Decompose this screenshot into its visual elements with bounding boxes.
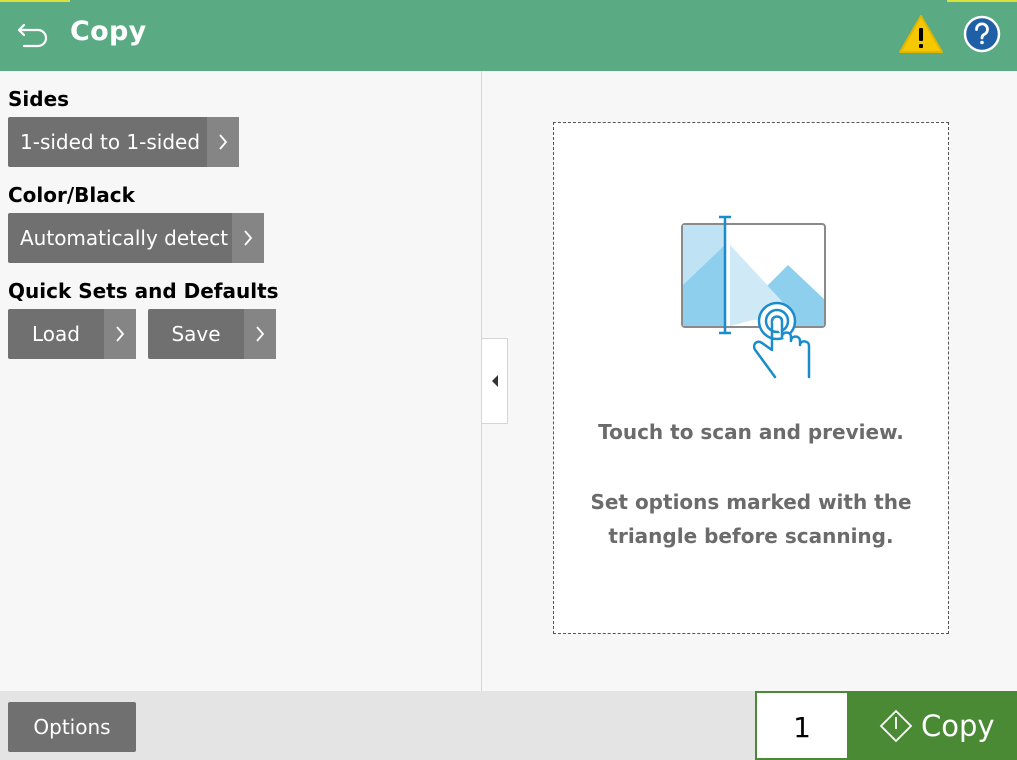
caret-left-icon: [491, 375, 498, 387]
settings-panel: Sides 1-sided to 1-sided Color/Black Aut…: [0, 71, 481, 691]
preview-hint-line1: Set options marked with the: [590, 490, 912, 514]
chevron-right-icon: [104, 309, 136, 359]
header-accent-left: [0, 0, 70, 2]
warning-button[interactable]: [898, 13, 944, 55]
footer-bar: Options 1 Copy: [0, 691, 1017, 760]
save-label: Save: [171, 322, 221, 346]
preview-instruction: Touch to scan and preview.: [598, 420, 904, 444]
copy-start-label: Copy: [921, 708, 995, 743]
color-black-label: Color/Black: [8, 183, 135, 207]
collapse-panel-button[interactable]: [482, 338, 508, 424]
preview-hint-line2: triangle before scanning.: [608, 524, 894, 548]
sides-value: 1-sided to 1-sided: [20, 130, 201, 154]
touch-to-scan-illustration: [681, 215, 826, 379]
header-accent-right: [947, 0, 1017, 2]
sides-label: Sides: [8, 87, 70, 111]
color-black-value: Automatically detect: [20, 226, 229, 250]
options-button[interactable]: Options: [8, 702, 136, 752]
chevron-right-icon: [244, 309, 276, 359]
sides-button[interactable]: 1-sided to 1-sided: [8, 117, 239, 167]
help-icon: [963, 15, 1001, 53]
save-button[interactable]: Save: [148, 309, 276, 359]
help-button[interactable]: [963, 15, 1001, 53]
warning-icon: [899, 15, 943, 53]
copies-count-field[interactable]: 1: [755, 691, 847, 760]
load-label: Load: [32, 322, 80, 346]
copy-start-button[interactable]: Copy: [847, 691, 1017, 760]
header-bar: Copy: [0, 0, 1017, 71]
color-black-button[interactable]: Automatically detect: [8, 213, 264, 263]
page-title: Copy: [70, 16, 147, 47]
chevron-right-icon: [207, 117, 239, 167]
back-arrow-icon: [17, 23, 48, 48]
chevron-right-icon: [232, 213, 264, 263]
quick-sets-label: Quick Sets and Defaults: [8, 279, 279, 303]
start-diamond-icon: [879, 709, 913, 742]
back-button[interactable]: [14, 18, 54, 52]
scan-preview-area[interactable]: Touch to scan and preview. Set options m…: [553, 122, 949, 634]
load-button[interactable]: Load: [8, 309, 136, 359]
